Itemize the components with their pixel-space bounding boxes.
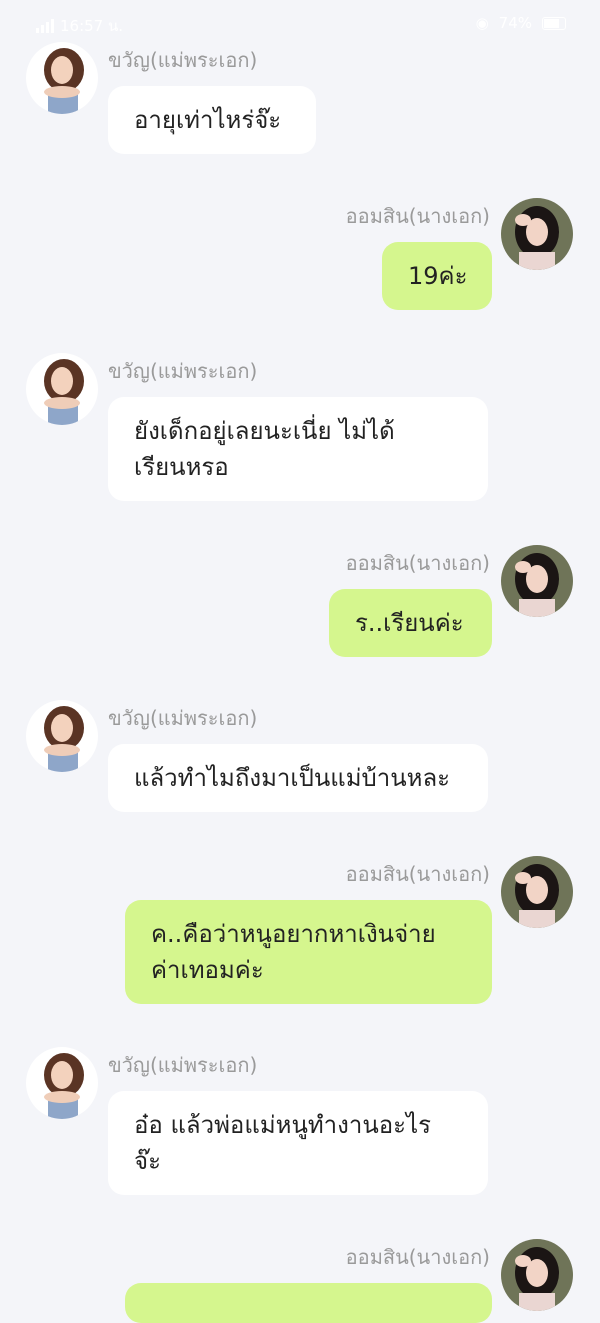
message-bubble[interactable]: อ๋อ แล้วพ่อแม่หนูทำงานอะไร จ๊ะ bbox=[108, 1091, 488, 1195]
avatar[interactable] bbox=[26, 1047, 98, 1119]
avatar[interactable] bbox=[501, 198, 573, 270]
message-bubble[interactable]: ค..คือว่าหนูอยากหาเงินจ่าย ค่าเทอมค่ะ bbox=[125, 900, 492, 1004]
sender-name: ออมสิน(นางเอก) bbox=[345, 862, 490, 886]
message-bubble[interactable] bbox=[125, 1283, 492, 1323]
message-bubble[interactable]: 19ค่ะ bbox=[382, 242, 492, 310]
avatar[interactable] bbox=[501, 856, 573, 928]
sender-name: ขวัญ(แม่พระเอก) bbox=[108, 706, 258, 730]
sender-name: ขวัญ(แม่พระเอก) bbox=[108, 359, 258, 383]
sender-name: ขวัญ(แม่พระเอก) bbox=[108, 1053, 258, 1077]
avatar[interactable] bbox=[26, 42, 98, 114]
avatar[interactable] bbox=[26, 700, 98, 772]
message-bubble[interactable]: อายุเท่าไหร่จ๊ะ bbox=[108, 86, 316, 154]
message-bubble[interactable]: แล้วทำไมถึงมาเป็นแม่บ้านหละ bbox=[108, 744, 488, 812]
avatar[interactable] bbox=[501, 1239, 573, 1311]
sender-name: ขวัญ(แม่พระเอก) bbox=[108, 48, 258, 72]
sender-name: ออมสิน(นางเอก) bbox=[345, 1245, 490, 1269]
chat-thread[interactable]: ขวัญ(แม่พระเอก) อายุเท่าไหร่จ๊ะ ออมสิน(น… bbox=[0, 0, 600, 1323]
sender-name: ออมสิน(นางเอก) bbox=[345, 551, 490, 575]
message-bubble[interactable]: ยังเด็กอยู่เลยนะเนี่ย ไม่ได้ เรียนหรอ bbox=[108, 397, 488, 501]
message-bubble[interactable]: ร..เรียนค่ะ bbox=[329, 589, 492, 657]
avatar[interactable] bbox=[26, 353, 98, 425]
sender-name: ออมสิน(นางเอก) bbox=[345, 204, 490, 228]
avatar[interactable] bbox=[501, 545, 573, 617]
